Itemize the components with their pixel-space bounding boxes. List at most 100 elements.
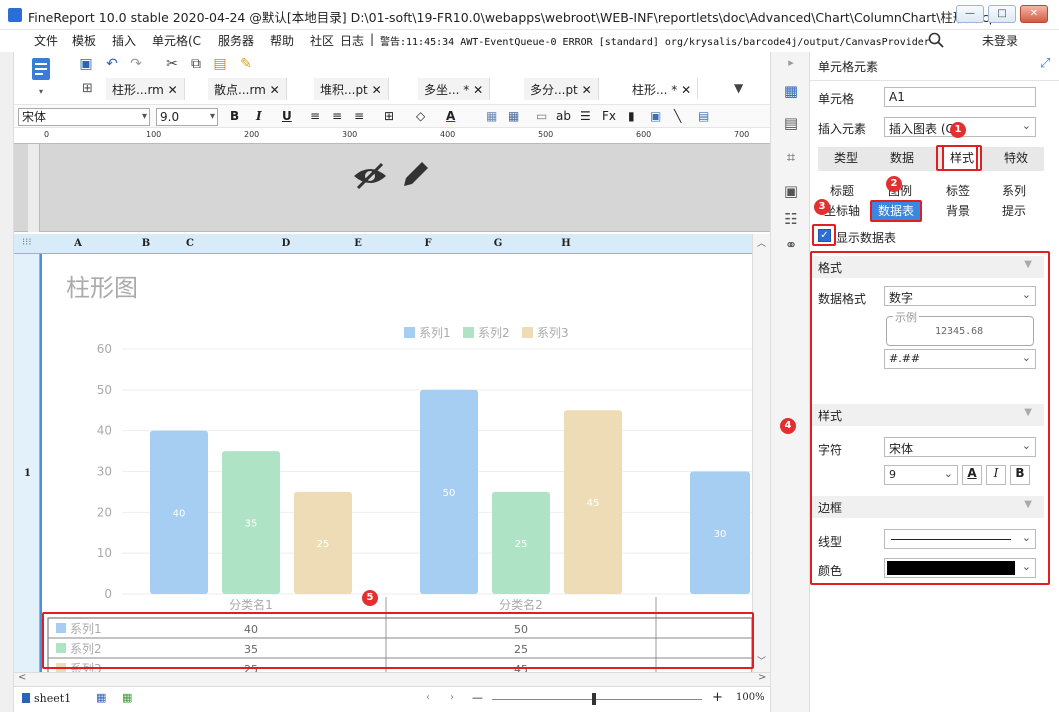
undo-icon[interactable]: ↶ (104, 56, 120, 72)
cell-field[interactable]: A1 (884, 87, 1036, 107)
widget-icon[interactable]: ▣ (781, 182, 801, 202)
report-header-area[interactable] (14, 144, 770, 232)
add-sheet-icon[interactable]: ▦ (96, 691, 106, 704)
font-size-field[interactable]: 9 ⌄ (884, 465, 958, 485)
format-section-header[interactable]: 格式 ▼ (812, 256, 1044, 278)
align-center-icon[interactable]: ≡ (332, 109, 342, 123)
search-icon[interactable] (928, 32, 944, 51)
maximize-button[interactable]: □ (988, 5, 1016, 23)
data-format-select[interactable]: 数字 ⌄ (884, 286, 1036, 306)
text-color-button[interactable]: A (962, 465, 982, 485)
prev-page-icon[interactable]: ‹ (426, 692, 430, 703)
tab-data[interactable]: 数据 (874, 147, 930, 169)
paste-icon[interactable]: ▤ (212, 56, 228, 72)
menu-log[interactable]: 日志 (340, 32, 364, 49)
menu-insert[interactable]: 插入 (112, 32, 136, 49)
minimize-button[interactable]: — (956, 5, 984, 23)
collapse-arrow-icon[interactable]: ▸ (781, 56, 801, 76)
font-family-field[interactable]: 宋体 ⌄ (884, 437, 1036, 457)
paragraph-icon[interactable]: ☰ (580, 109, 591, 123)
format-pattern-select[interactable]: #.## ⌄ (884, 349, 1036, 369)
column-g[interactable]: G (488, 238, 508, 249)
horizontal-scrollbar[interactable]: < > (14, 672, 770, 686)
tab-type[interactable]: 类型 (818, 147, 874, 169)
select-all-corner[interactable]: ⁝⁝⁝ (22, 237, 32, 248)
textbox-icon[interactable]: ▭ (536, 109, 547, 123)
sub-report-icon[interactable]: ▤ (698, 109, 709, 123)
left-collapse-strip[interactable] (0, 52, 14, 712)
show-table-checkbox[interactable]: ✓ (818, 229, 831, 242)
column-a[interactable]: A (68, 238, 88, 249)
tab-4[interactable]: 多分...pt ✕ (524, 78, 599, 100)
tab-1[interactable]: 散点...rm ✕ (208, 78, 287, 100)
align-left-icon[interactable]: ≡ (310, 109, 320, 123)
subtab-tooltip[interactable]: 提示 (990, 202, 1038, 220)
tab-3[interactable]: 多坐... * ✕ (418, 78, 491, 100)
chart-icon[interactable]: ▮ (628, 109, 635, 123)
italic-button[interactable]: I (256, 109, 262, 123)
sheet-tab[interactable]: sheet1 (34, 692, 71, 705)
bold-toggle[interactable]: B (1010, 465, 1030, 485)
subtab-background[interactable]: 背景 (934, 202, 982, 220)
menu-server[interactable]: 服务器 (218, 32, 254, 49)
tab-0[interactable]: 柱形...rm ✕ (106, 78, 185, 100)
column-h[interactable]: H (556, 238, 576, 249)
column-chart[interactable]: 柱形图 系列1 系列2 系列3 0 10 20 30 40 50 60 40 35 25 分类名1 50… (42, 254, 754, 679)
font-color-icon[interactable]: A (446, 109, 455, 123)
column-e[interactable]: E (348, 238, 368, 249)
column-f[interactable]: F (418, 238, 438, 249)
tab-effects[interactable]: 特效 (988, 147, 1044, 169)
subtab-datatable[interactable]: 数据表 (870, 200, 922, 222)
hyperlink-icon[interactable]: ⚭ (781, 236, 801, 256)
new-template-button[interactable]: ▾ (22, 54, 62, 100)
hidden-eye-icon[interactable] (352, 162, 388, 193)
table-icon[interactable]: ▦ (508, 109, 519, 123)
line-type-select[interactable]: ⌄ (884, 529, 1036, 549)
next-page-icon[interactable]: › (450, 692, 454, 703)
condition-icon[interactable]: ☷ (781, 210, 801, 230)
subtab-label[interactable]: 标签 (934, 182, 982, 200)
border-section-header[interactable]: 边框 ▼ (812, 496, 1044, 518)
style-section-header[interactable]: 样式 ▼ (812, 404, 1044, 426)
formula-icon[interactable]: Fx (602, 109, 616, 123)
copy-icon[interactable]: ⧉ (188, 56, 204, 72)
font-size-select[interactable]: 9.0 ▾ (156, 108, 218, 126)
zoom-out-button[interactable]: — (472, 691, 483, 704)
subtab-series[interactable]: 系列 (990, 182, 1038, 200)
login-link[interactable]: 未登录 (982, 32, 1018, 49)
italic-toggle[interactable]: I (986, 465, 1006, 485)
underline-button[interactable]: U (282, 109, 292, 123)
tab-5-active[interactable]: 柱形... * ✕ (626, 78, 699, 100)
tab-list-icon[interactable]: ⊞ (82, 81, 93, 96)
cell-attribute-icon[interactable]: ▤ (781, 114, 801, 134)
tab-2[interactable]: 堆积...pt ✕ (314, 78, 389, 100)
add-sheet2-icon[interactable]: ▦ (122, 691, 132, 704)
menu-template[interactable]: 模板 (72, 32, 96, 49)
menu-cell[interactable]: 单元格(C (152, 32, 201, 49)
menu-help[interactable]: 帮助 (270, 32, 294, 49)
font-family-select[interactable]: 宋体 ▾ (18, 108, 150, 126)
menu-file[interactable]: 文件 (34, 32, 58, 49)
menu-community[interactable]: 社区 (310, 32, 334, 49)
subtab-title[interactable]: 标题 (818, 182, 866, 200)
column-b[interactable]: B (136, 238, 156, 249)
color-select[interactable]: ⌄ (884, 558, 1036, 578)
align-right-icon[interactable]: ≡ (354, 109, 364, 123)
merge-icon[interactable]: ▦ (486, 109, 497, 123)
row-1-label[interactable]: 1 (24, 468, 31, 479)
panel-edit-icon[interactable]: ⤢ (1040, 56, 1050, 71)
vertical-scrollbar[interactable]: ︿ ﹀ (752, 234, 770, 672)
zoom-slider-track[interactable] (492, 699, 702, 700)
label-icon[interactable]: ab (556, 109, 571, 123)
border-icon[interactable]: ⊞ (384, 109, 394, 123)
tab-menu-icon[interactable]: ▼ (734, 81, 743, 95)
redo-icon[interactable]: ↷ (128, 56, 144, 72)
column-d[interactable]: D (276, 238, 296, 249)
cell-element-icon[interactable]: ▦ (781, 82, 801, 102)
bold-button[interactable]: B (230, 109, 239, 123)
column-c[interactable]: C (180, 238, 200, 249)
slash-icon[interactable]: ╲ (674, 109, 681, 123)
save-icon[interactable]: ▣ (78, 56, 94, 72)
fill-color-icon[interactable]: ◇ (416, 109, 425, 123)
zoom-slider-thumb[interactable] (592, 693, 596, 705)
